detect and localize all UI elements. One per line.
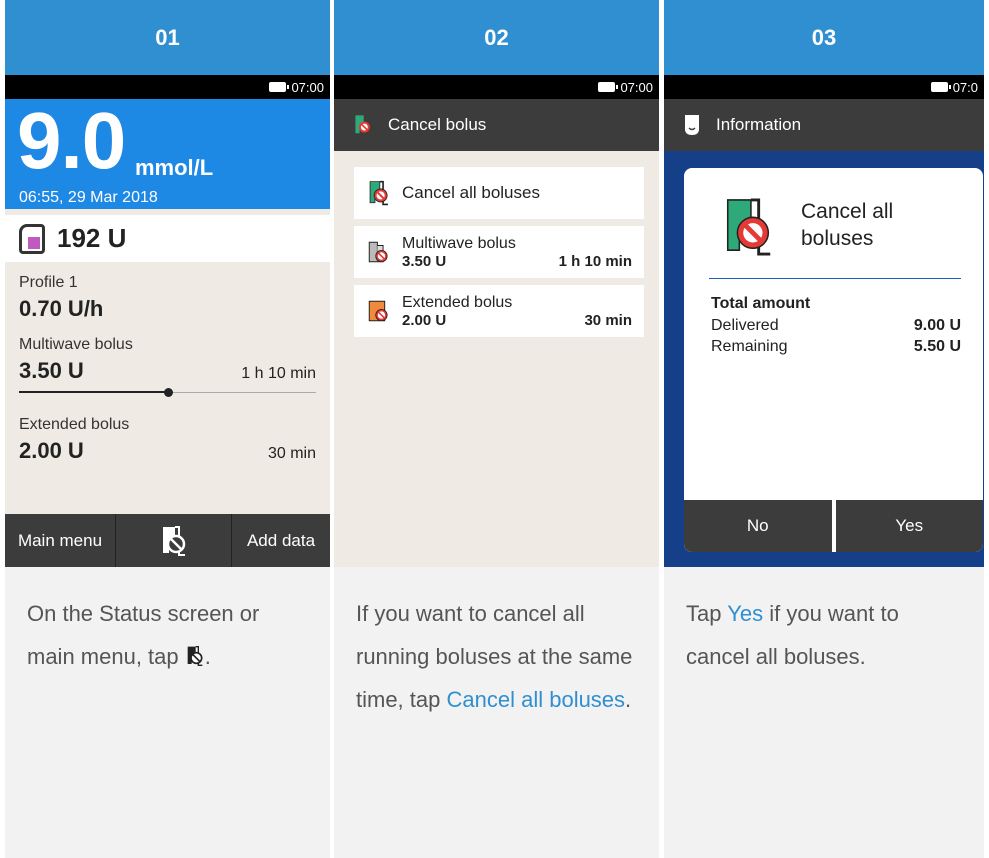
battery-icon bbox=[269, 82, 290, 92]
cancel-bolus-button[interactable] bbox=[116, 514, 232, 567]
delivered-row: Delivered 9.00 U bbox=[711, 315, 961, 337]
total-label: Total amount bbox=[711, 295, 811, 312]
divider bbox=[709, 278, 961, 279]
screen-title: Cancel bolus bbox=[388, 115, 487, 134]
status-bar: 07:0 bbox=[664, 75, 984, 99]
item-amount: 2.00 U bbox=[402, 311, 447, 329]
information-icon bbox=[685, 115, 699, 135]
multiwave-duration: 1 h 10 min bbox=[241, 365, 316, 382]
total-amount-label: Total amount bbox=[711, 293, 961, 315]
description-text: On the Status screen or main menu, tap bbox=[27, 601, 260, 669]
step-column-1: 01 07:00 9.0 mmol/L 06:55, 29 Mar 2018 1… bbox=[5, 0, 330, 858]
remaining-label: Remaining bbox=[711, 338, 788, 356]
insulin-amount: 192 U bbox=[57, 223, 127, 253]
step-description: On the Status screen or main menu, tap . bbox=[5, 567, 330, 858]
step-number: 01 bbox=[5, 0, 330, 75]
step-number: 02 bbox=[334, 0, 659, 75]
item-text: Multiwave bolus 3.50 U 1 h 10 min bbox=[402, 235, 632, 270]
yes-button[interactable]: Yes bbox=[835, 500, 983, 552]
bolus-info: Profile 1 0.70 U/h Multiwave bolus 3.50 … bbox=[5, 262, 330, 476]
profile-label: Profile 1 bbox=[19, 274, 78, 291]
cancel-all-boluses-item[interactable]: Cancel all boluses bbox=[354, 167, 644, 219]
multiwave-row: 3.50 U 1 h 10 min bbox=[19, 358, 316, 384]
bottom-bar: Main menu Add data bbox=[5, 514, 330, 567]
cancel-all-label: Cancel all boluses bbox=[402, 183, 540, 202]
step-description: If you want to cancel all running boluse… bbox=[334, 567, 659, 858]
remaining-value: 5.50 U bbox=[913, 338, 961, 356]
cancel-all-icon bbox=[726, 198, 771, 256]
battery-icon bbox=[930, 82, 951, 92]
item-duration: 30 min bbox=[584, 311, 632, 329]
cancel-bolus-icon bbox=[162, 525, 185, 556]
remaining-row: Remaining 5.50 U bbox=[711, 336, 961, 358]
item-text: Extended bolus 2.00 U 30 min bbox=[402, 294, 632, 329]
clock: 07:00 bbox=[620, 79, 653, 95]
step-column-3: 03 07:0 Information Cancel all boluses T… bbox=[664, 0, 984, 858]
basal-rate: 0.70 U/h bbox=[19, 296, 316, 322]
extended-label: Extended bolus bbox=[19, 416, 130, 433]
extended-amount: 2.00 U bbox=[19, 438, 84, 463]
add-data-button[interactable]: Add data bbox=[232, 514, 330, 567]
step-number: 03 bbox=[664, 0, 984, 75]
multiwave-label: Multiwave bolus bbox=[19, 336, 133, 353]
item-amount: 3.50 U bbox=[402, 252, 447, 270]
glucose-timestamp: 06:55, 29 Mar 2018 bbox=[19, 189, 158, 206]
progress-fill bbox=[19, 391, 168, 393]
dialog-body: Total amount Delivered 9.00 U Remaining … bbox=[711, 293, 961, 358]
confirmation-screen: 07:0 Information Cancel all boluses Tota… bbox=[664, 75, 984, 567]
glucose-panel[interactable]: 9.0 mmol/L 06:55, 29 Mar 2018 bbox=[5, 96, 330, 209]
cancel-all-link[interactable]: Cancel all boluses bbox=[447, 687, 626, 712]
description-text: Tap bbox=[686, 601, 722, 626]
item-label: Multiwave bolus bbox=[402, 234, 516, 252]
step-column-2: 02 07:00 Cancel bolus Cancel all boluses… bbox=[334, 0, 659, 858]
delivered-label: Delivered bbox=[711, 316, 779, 334]
multiwave-progress bbox=[19, 384, 316, 402]
no-button[interactable]: No bbox=[684, 500, 832, 552]
dialog-backdrop: Cancel all boluses Total amount Delivere… bbox=[664, 151, 984, 567]
yes-link[interactable]: Yes bbox=[727, 601, 763, 626]
item-label: Extended bolus bbox=[402, 293, 513, 311]
clock: 07:0 bbox=[952, 79, 978, 95]
extended-bolus-icon bbox=[368, 300, 388, 322]
battery-icon bbox=[598, 82, 619, 92]
basal-rate-value: 0.70 U/h bbox=[19, 296, 104, 321]
item-values: 2.00 U 30 min bbox=[402, 312, 632, 329]
multiwave-amount: 3.50 U bbox=[19, 358, 84, 383]
delivered-value: 9.00 U bbox=[913, 316, 961, 334]
insulin-row: 192 U bbox=[5, 215, 330, 262]
clock: 07:00 bbox=[291, 79, 324, 95]
step-description: Tap Yes if you want to cancel all boluse… bbox=[664, 567, 984, 858]
main-menu-button[interactable]: Main menu bbox=[5, 514, 116, 567]
multiwave-bolus-item[interactable]: Multiwave bolus 3.50 U 1 h 10 min bbox=[354, 226, 644, 278]
title-bar: Information bbox=[664, 99, 984, 151]
screen-title: Information bbox=[716, 115, 802, 134]
multiwave-bolus-icon bbox=[368, 241, 388, 263]
cartridge-icon bbox=[19, 223, 45, 254]
glucose-value: 9.0 bbox=[17, 96, 126, 185]
glucose-unit: mmol/L bbox=[135, 155, 214, 180]
progress-knob bbox=[163, 388, 173, 397]
cancel-all-icon bbox=[369, 180, 388, 206]
extended-bolus-item[interactable]: Extended bolus 2.00 U 30 min bbox=[354, 285, 644, 337]
extended-row: 2.00 U 30 min bbox=[19, 438, 316, 464]
item-duration: 1 h 10 min bbox=[558, 252, 632, 270]
confirm-dialog: Cancel all boluses Total amount Delivere… bbox=[684, 168, 983, 552]
status-screen: 07:00 9.0 mmol/L 06:55, 29 Mar 2018 192 … bbox=[5, 75, 330, 567]
dialog-buttons: No Yes bbox=[684, 500, 983, 552]
item-values: 3.50 U 1 h 10 min bbox=[402, 253, 632, 270]
cancel-bolus-icon bbox=[355, 115, 370, 134]
extended-duration: 30 min bbox=[267, 445, 316, 462]
cancel-bolus-icon bbox=[187, 645, 203, 666]
bolus-list: Cancel all boluses Multiwave bolus 3.50 … bbox=[334, 151, 659, 337]
status-bar: 07:00 bbox=[334, 75, 659, 99]
cancel-bolus-screen: 07:00 Cancel bolus Cancel all boluses Mu… bbox=[334, 75, 659, 567]
dialog-title: Cancel all boluses bbox=[801, 200, 894, 251]
title-bar: Cancel bolus bbox=[334, 99, 659, 151]
